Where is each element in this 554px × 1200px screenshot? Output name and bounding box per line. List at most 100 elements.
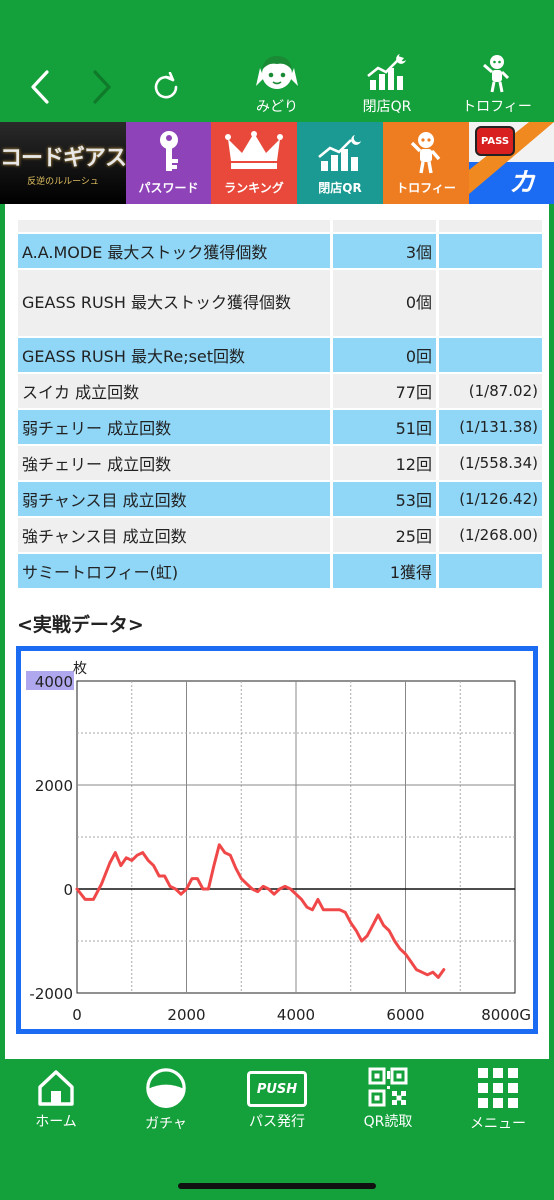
stat-count: 0個: [330, 270, 436, 336]
chevron-left-icon: [31, 70, 49, 104]
home-label: ホーム: [35, 1114, 77, 1130]
push-badge-text: PUSH: [256, 1081, 298, 1097]
pass-issue-label: パス発行: [249, 1114, 305, 1130]
password-label: パスワード: [138, 181, 199, 195]
stat-rate: [436, 338, 542, 372]
y-tick-label: 2000: [35, 777, 73, 795]
stat-count: 0回: [330, 338, 436, 372]
logo-title: コードギアス: [0, 144, 127, 171]
x-tick-label: 6000: [386, 1006, 424, 1024]
pass-issue-button[interactable]: PUSH パス発行: [227, 1067, 327, 1133]
key-icon: [159, 131, 178, 171]
y-tick-label: 4000: [35, 673, 73, 691]
stat-rate: (1/268.00): [436, 518, 542, 552]
gacha-button[interactable]: ガチャ: [116, 1067, 216, 1133]
stat-rate: (1/131.38): [436, 410, 542, 444]
push-ticket-icon: PUSH: [247, 1071, 307, 1107]
stats-row: 強チェリー 成立回数 12回 (1/558.34): [18, 446, 542, 480]
x-tick-label: 0: [72, 1006, 82, 1024]
banner-row: コードギアス 反逆のルルーシュ パスワード ランキング 閉店QR トロフィー P…: [0, 122, 554, 204]
y-unit-label: 枚: [73, 661, 87, 677]
grid-menu-icon: [478, 1068, 518, 1108]
stat-count: 3個: [330, 234, 436, 268]
bottom-nav: ホーム ガチャ PUSH パス発行 QR読取 メニュー: [0, 1059, 554, 1200]
stat-name: GEASS RUSH 最大ストック獲得個数: [18, 270, 330, 336]
home-icon: [38, 1070, 74, 1106]
crown-icon: [225, 131, 283, 169]
menu-button[interactable]: メニュー: [448, 1067, 548, 1133]
stat-rate: (1/126.42): [436, 482, 542, 516]
nav-close-qr[interactable]: 閉店QR: [342, 52, 432, 118]
trophy-figure-icon: [483, 55, 510, 93]
qr-code-icon: [368, 1067, 408, 1107]
y-tick-label: 0: [63, 881, 73, 899]
home-indicator[interactable]: [178, 1183, 376, 1189]
stat-name: スイカ 成立回数: [18, 374, 330, 408]
stat-name: GEASS RUSH 最大Re;set回数: [18, 338, 330, 372]
stats-row: GEASS RUSH 最大Re;set回数 0回: [18, 338, 542, 372]
stat-count: 25回: [330, 518, 436, 552]
stat-name: A.A.MODE 最大ストック獲得個数: [18, 234, 330, 268]
gacha-label: ガチャ: [145, 1116, 187, 1132]
logo-subtitle: 反逆のルルーシュ: [27, 176, 99, 187]
stats-row-clipped: [18, 220, 542, 232]
x-tick-label: 8000G: [481, 1006, 531, 1024]
forward-button[interactable]: [82, 62, 122, 112]
home-button[interactable]: ホーム: [6, 1067, 106, 1133]
stats-row: 強チャンス目 成立回数 25回 (1/268.00): [18, 518, 542, 552]
nav-midori[interactable]: みどり: [232, 52, 322, 118]
stats-row: スイカ 成立回数 77回 (1/87.02): [18, 374, 542, 408]
nav-close-qr-label: 閉店QR: [362, 99, 412, 115]
x-tick-label: 2000: [167, 1006, 205, 1024]
qr-scan-label: QR読取: [363, 1114, 413, 1130]
back-button[interactable]: [20, 62, 60, 112]
stat-rate: [436, 554, 542, 588]
nav-trophy-label: トロフィー: [462, 99, 532, 115]
stats-row: A.A.MODE 最大ストック獲得個数 3個: [18, 234, 542, 268]
stats-row: GEASS RUSH 最大ストック獲得個数 0個: [18, 270, 542, 336]
katsu-pass-banner[interactable]: PASS カチ: [469, 122, 554, 204]
stats-row: サミートロフィー(虹) 1獲得: [18, 554, 542, 588]
section-title: <実戦データ>: [17, 614, 144, 636]
x-tick-label: 4000: [277, 1006, 315, 1024]
y-tick-label: -2000: [29, 985, 73, 1003]
trophy-button[interactable]: トロフィー: [383, 122, 469, 204]
game-logo[interactable]: コードギアス 反逆のルルーシュ: [0, 122, 127, 204]
password-button[interactable]: パスワード: [126, 122, 211, 204]
close-qr-label: 閉店QR: [318, 181, 362, 195]
content-panel: A.A.MODE 最大ストック獲得個数 3個 GEASS RUSH 最大ストック獲得…: [5, 204, 549, 1059]
stats-table: A.A.MODE 最大ストック獲得個数 3個 GEASS RUSH 最大ストック獲得…: [18, 218, 542, 590]
nav-midori-label: みどり: [256, 99, 298, 115]
trophy-label: トロフィー: [396, 181, 456, 195]
qr-scan-button[interactable]: QR読取: [338, 1067, 438, 1133]
chart-frame: 4000 2000 0 -2000 枚 0 2000 4000 6000 8000G: [16, 646, 538, 1034]
stat-count: 12回: [330, 446, 436, 480]
stat-rate: [436, 270, 542, 336]
close-qr-button[interactable]: 閉店QR: [297, 122, 383, 204]
ranking-button[interactable]: ランキング: [211, 122, 297, 204]
katsu-text: カチ: [509, 168, 535, 198]
stat-count: 51回: [330, 410, 436, 444]
stat-count: 1獲得: [330, 554, 436, 588]
character-face-icon: [256, 56, 298, 89]
ranking-label: ランキング: [224, 181, 284, 195]
chevron-right-icon: [93, 70, 111, 104]
stat-rate: [436, 234, 542, 268]
stat-rate: (1/558.34): [436, 446, 542, 480]
menu-label: メニュー: [470, 1116, 526, 1132]
nav-trophy[interactable]: トロフィー: [452, 52, 542, 118]
trophy-figure-icon: [410, 132, 441, 174]
stat-count: 77回: [330, 374, 436, 408]
capsule-icon: [146, 1068, 186, 1109]
stats-row: 弱チェリー 成立回数 51回 (1/131.38): [18, 410, 542, 444]
stat-name: サミートロフィー(虹): [18, 554, 330, 588]
reload-button[interactable]: [146, 62, 186, 112]
chart-moon-icon: [367, 54, 406, 90]
stat-rate: (1/87.02): [436, 374, 542, 408]
reload-icon: [154, 72, 178, 99]
chart-moon-icon: [318, 135, 361, 171]
line-chart: 4000 2000 0 -2000 枚 0 2000 4000 6000 8000G: [26, 661, 531, 1024]
top-nav: みどり 閉店QR トロフィー: [0, 0, 554, 122]
stat-count: 53回: [330, 482, 436, 516]
stat-name: 弱チャンス目 成立回数: [18, 482, 330, 516]
